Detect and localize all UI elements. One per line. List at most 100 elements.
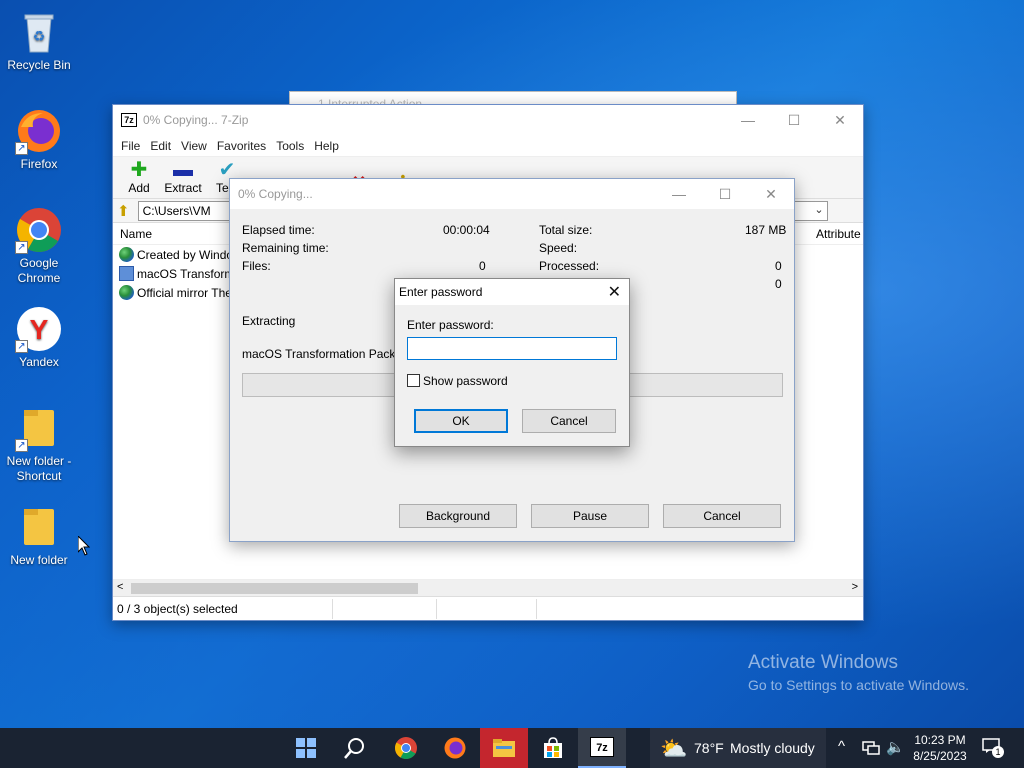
chrome-icon <box>395 737 417 759</box>
shortcut-arrow-icon: ↗ <box>15 340 28 353</box>
show-password-label[interactable]: Show password <box>423 374 508 388</box>
menu-file[interactable]: File <box>119 139 148 153</box>
desktop-icon-label: Google Chrome <box>17 256 61 285</box>
processed-label: Processed: <box>539 259 600 273</box>
desktop-icon-new-folder-shortcut[interactable]: ↗ New folder - Shortcut <box>1 404 77 484</box>
taskbar-chrome[interactable] <box>382 728 430 768</box>
close-icon[interactable]: ✕ <box>608 282 621 302</box>
menu-bar: File Edit View Favorites Tools Help <box>113 135 863 157</box>
extra-value: 0 <box>775 277 782 291</box>
horizontal-scrollbar[interactable]: < > <box>113 579 863 596</box>
show-hidden-icons-chevron-icon[interactable]: ^ <box>838 738 845 755</box>
taskbar-store[interactable] <box>529 728 577 768</box>
clock[interactable]: 10:23 PM 8/25/2023 <box>906 732 974 764</box>
shortcut-arrow-icon: ↗ <box>15 241 28 254</box>
shortcut-arrow-icon: ↗ <box>15 142 28 155</box>
mouse-cursor-icon <box>78 536 90 556</box>
maximize-button[interactable]: ☐ <box>702 179 748 209</box>
desktop-icon-yandex[interactable]: Y ↗ Yandex <box>1 305 77 370</box>
add-label: Add <box>128 181 150 195</box>
add-button[interactable]: ✚ Add <box>117 159 161 198</box>
operation-label: Extracting <box>242 314 296 328</box>
speed-label: Speed: <box>539 241 578 255</box>
disk-image-icon <box>119 266 134 281</box>
show-password-checkbox[interactable] <box>407 374 420 387</box>
folder-icon: ↗ <box>15 404 63 452</box>
window-titlebar[interactable]: 7z 0% Copying... 7-Zip — ☐ ✕ <box>113 105 863 135</box>
elapsed-label: Elapsed time: <box>242 223 315 237</box>
desktop-icon-firefox[interactable]: ↗ Firefox <box>1 107 77 172</box>
taskbar: 7z ⛅ 78°F Mostly cloudy ^ 🔈 10:23 PM 8/2… <box>0 728 1024 768</box>
column-attributes[interactable]: Attribute <box>816 227 861 241</box>
total-size-value: 187 MB <box>745 223 787 237</box>
pause-button[interactable]: Pause <box>531 504 649 528</box>
chevron-down-icon[interactable]: ⌄ <box>814 203 823 216</box>
desktop-icon-new-folder[interactable]: New folder <box>1 503 77 568</box>
svg-text:Y: Y <box>30 314 49 345</box>
file-name: Official mirror The <box>137 285 232 300</box>
password-input[interactable] <box>407 337 617 360</box>
files-label: Files: <box>242 259 271 273</box>
close-button[interactable]: ✕ <box>748 179 794 209</box>
status-bar: 0 / 3 object(s) selected <box>113 596 863 620</box>
background-button[interactable]: Background <box>399 504 517 528</box>
weather-temp: 78°F <box>694 740 724 756</box>
notification-center-button[interactable]: 1 <box>982 738 1004 758</box>
menu-view[interactable]: View <box>179 139 215 153</box>
7zip-app-icon: 7z <box>121 113 137 127</box>
minimize-button[interactable]: — <box>656 179 702 209</box>
file-name: macOS Transform <box>137 266 235 281</box>
activate-windows-watermark: Activate Windows Go to Settings to activ… <box>748 652 969 693</box>
minimize-button[interactable]: — <box>725 105 771 135</box>
7zip-icon: 7z <box>590 737 614 757</box>
scroll-left-icon[interactable]: < <box>117 581 123 593</box>
desktop-icon-label: Yandex <box>19 355 59 369</box>
menu-edit[interactable]: Edit <box>148 139 179 153</box>
file-explorer-icon <box>493 739 515 757</box>
desktop-icon-chrome[interactable]: ↗ Google Chrome <box>1 206 77 286</box>
menu-tools[interactable]: Tools <box>274 139 312 153</box>
desktop-icon-label: New folder <box>10 553 68 567</box>
weather-description: Mostly cloudy <box>730 740 815 756</box>
password-dialog[interactable]: Enter password ✕ Enter password: Show pa… <box>394 278 630 447</box>
desktop-icon-label: Firefox <box>20 157 58 171</box>
globe-icon <box>119 285 134 300</box>
password-dialog-titlebar[interactable]: Enter password ✕ <box>395 279 629 305</box>
search-button[interactable] <box>331 728 379 768</box>
clock-time: 10:23 PM <box>914 733 966 747</box>
dialog-titlebar[interactable]: 0% Copying... — ☐ ✕ <box>230 179 794 209</box>
total-size-label: Total size: <box>539 223 593 237</box>
ok-button[interactable]: OK <box>414 409 508 433</box>
desktop-icon-recycle-bin[interactable]: ♻ Recycle Bin <box>1 8 77 73</box>
up-folder-icon[interactable]: ⬆ <box>117 202 130 220</box>
clock-date: 8/25/2023 <box>913 749 967 763</box>
cancel-button[interactable]: Cancel <box>522 409 616 433</box>
desktop-icon-label: New folder - Shortcut <box>6 454 72 483</box>
shortcut-arrow-icon: ↗ <box>15 439 28 452</box>
window-title: 0% Copying... 7-Zip <box>143 113 249 127</box>
taskbar-7zip[interactable]: 7z <box>578 728 626 768</box>
scroll-right-icon[interactable]: > <box>852 581 858 593</box>
cancel-button[interactable]: Cancel <box>663 504 781 528</box>
maximize-button[interactable]: ☐ <box>771 105 817 135</box>
taskbar-file-explorer[interactable] <box>480 728 528 768</box>
close-button[interactable]: ✕ <box>817 105 863 135</box>
volume-icon[interactable]: 🔈 <box>886 738 905 756</box>
menu-help[interactable]: Help <box>312 139 347 153</box>
network-icon[interactable] <box>862 740 880 756</box>
menu-favorites[interactable]: Favorites <box>215 139 274 153</box>
file-name: Created by Windo <box>137 247 234 262</box>
password-dialog-title: Enter password <box>399 285 483 299</box>
windows-logo-icon <box>296 738 316 758</box>
taskbar-firefox[interactable] <box>431 728 479 768</box>
extract-button[interactable]: ▬ Extract <box>161 159 205 198</box>
store-icon <box>544 737 562 758</box>
elapsed-value: 00:00:04 <box>443 223 490 237</box>
start-button[interactable] <box>282 728 330 768</box>
plus-icon: ✚ <box>130 159 148 181</box>
cloudy-weather-icon: ⛅ <box>660 736 688 761</box>
weather-widget[interactable]: ⛅ 78°F Mostly cloudy <box>650 728 826 768</box>
firefox-icon: ↗ <box>15 107 63 155</box>
scrollbar-thumb[interactable] <box>131 583 418 594</box>
column-name[interactable]: Name <box>120 227 152 241</box>
